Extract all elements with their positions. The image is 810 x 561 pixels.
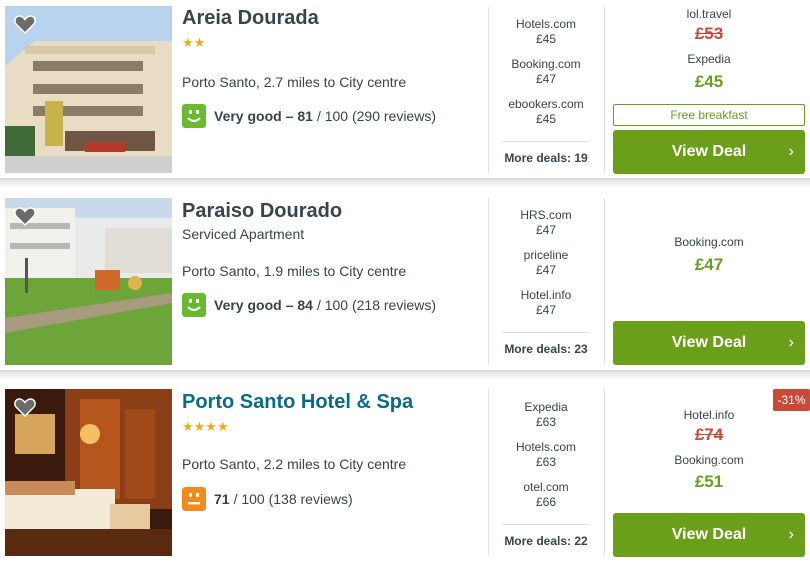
view-deal-button[interactable]: View Deal ›: [613, 130, 805, 174]
deal-price: £66: [535, 495, 557, 509]
rating-reviews: / 100 (138 reviews): [233, 491, 353, 507]
chevron-right-icon: ›: [788, 526, 794, 543]
smiley-icon: [182, 293, 206, 317]
deal-site: priceline: [523, 248, 569, 262]
deal-item[interactable]: Hotels.com £63: [489, 440, 603, 470]
hotel-card: Areia Dourada ★★ Porto Santo, 2.7 miles …: [0, 0, 810, 178]
hotel-card: Paraiso Dourado Serviced Apartment Porto…: [0, 186, 810, 368]
deal-site: Booking.com: [511, 57, 581, 71]
deal-price: £63: [535, 455, 557, 469]
old-price: £74: [694, 425, 724, 444]
best-price-site: Booking.com: [674, 453, 744, 467]
view-deal-label: View Deal: [671, 526, 747, 543]
property-type: Serviced Apartment: [182, 226, 305, 242]
hotel-card: Porto Santo Hotel & Spa ★★★★ Porto Santo…: [0, 378, 810, 561]
deal-site: Expedia: [524, 400, 568, 414]
deal-price: £47: [535, 263, 557, 277]
free-breakfast-badge: Free breakfast: [613, 104, 805, 126]
deal-item[interactable]: Hotel.info £47: [489, 288, 603, 318]
hotel-location: Porto Santo, 1.9 miles to City centre: [182, 263, 407, 279]
old-price: £53: [694, 24, 724, 43]
smiley-icon: [182, 104, 206, 128]
hotel-name[interactable]: Areia Dourada: [182, 7, 319, 30]
hotel-name[interactable]: Paraiso Dourado: [182, 200, 342, 223]
deal-site: otel.com: [523, 480, 569, 494]
best-price-site: Booking.com: [674, 235, 744, 249]
deal-site: Hotels.com: [515, 440, 577, 454]
deal-item[interactable]: priceline £47: [489, 248, 603, 278]
deal-site: HRS.com: [520, 208, 572, 222]
heart-icon[interactable]: [14, 397, 36, 417]
review-rating[interactable]: Very good – 81 / 100 (290 reviews): [182, 104, 436, 128]
divider: [503, 332, 589, 333]
hotel-location: Porto Santo, 2.2 miles to City centre: [182, 456, 407, 472]
rating-score: 71: [214, 491, 230, 507]
heart-icon[interactable]: [14, 206, 36, 226]
hotel-location: Porto Santo, 2.7 miles to City centre: [182, 74, 407, 90]
card-separator: [0, 370, 810, 378]
deal-item[interactable]: Hotels.com £45: [489, 17, 603, 47]
chevron-right-icon: ›: [788, 143, 794, 160]
more-deals-link[interactable]: More deals: 22: [489, 534, 603, 548]
deal-price: £63: [535, 415, 557, 429]
view-deal-button[interactable]: View Deal ›: [613, 321, 805, 365]
deal-site: ebookers.com: [508, 97, 584, 111]
deal-item[interactable]: HRS.com £47: [489, 208, 603, 238]
deal-item[interactable]: Booking.com £47: [489, 57, 603, 87]
view-deal-button[interactable]: View Deal ›: [613, 513, 805, 557]
best-price: £51: [694, 472, 724, 491]
hotel-photo[interactable]: [5, 198, 172, 365]
view-deal-label: View Deal: [671, 143, 747, 160]
heart-icon[interactable]: [14, 14, 36, 34]
best-price: £47: [694, 255, 724, 274]
deal-site: Hotel.info: [520, 288, 572, 302]
rating-label: Very good –: [214, 297, 294, 313]
star-rating: ★★: [182, 35, 206, 50]
review-rating[interactable]: Very good – 84 / 100 (218 reviews): [182, 293, 436, 317]
hotel-photo[interactable]: [5, 389, 172, 556]
deal-price: £47: [535, 303, 557, 317]
chevron-right-icon: ›: [788, 334, 794, 351]
deal-price: £47: [535, 223, 557, 237]
deal-item[interactable]: Expedia £63: [489, 400, 603, 430]
rating-score: 81: [297, 108, 313, 124]
divider: [604, 389, 605, 555]
divider: [503, 141, 589, 142]
rating-reviews: / 100 (218 reviews): [316, 297, 436, 313]
rating-score: 84: [297, 297, 313, 313]
deal-item[interactable]: otel.com £66: [489, 480, 603, 510]
old-price-site: lol.travel: [686, 7, 732, 21]
more-deals-link[interactable]: More deals: 23: [489, 342, 603, 356]
deal-price: £47: [535, 72, 557, 86]
divider: [604, 7, 605, 173]
more-deals-link[interactable]: More deals: 19: [489, 151, 603, 165]
star-rating: ★★★★: [182, 419, 229, 434]
hotel-name[interactable]: Porto Santo Hotel & Spa: [182, 391, 413, 414]
deal-item[interactable]: ebookers.com £45: [489, 97, 603, 127]
smiley-icon: [182, 487, 206, 511]
rating-reviews: / 100 (290 reviews): [316, 108, 436, 124]
best-price-site: Expedia: [687, 52, 731, 66]
deal-site: Hotels.com: [515, 17, 577, 31]
hotel-photo[interactable]: [5, 6, 172, 173]
view-deal-label: View Deal: [671, 334, 747, 351]
divider: [503, 524, 589, 525]
deal-price: £45: [535, 32, 557, 46]
divider: [604, 198, 605, 364]
deal-price: £45: [535, 112, 557, 126]
review-rating[interactable]: 71 / 100 (138 reviews): [182, 487, 353, 511]
rating-label: Very good –: [214, 108, 294, 124]
old-price-site: Hotel.info: [683, 408, 735, 422]
card-separator: [0, 178, 810, 186]
best-price: £45: [694, 72, 724, 91]
